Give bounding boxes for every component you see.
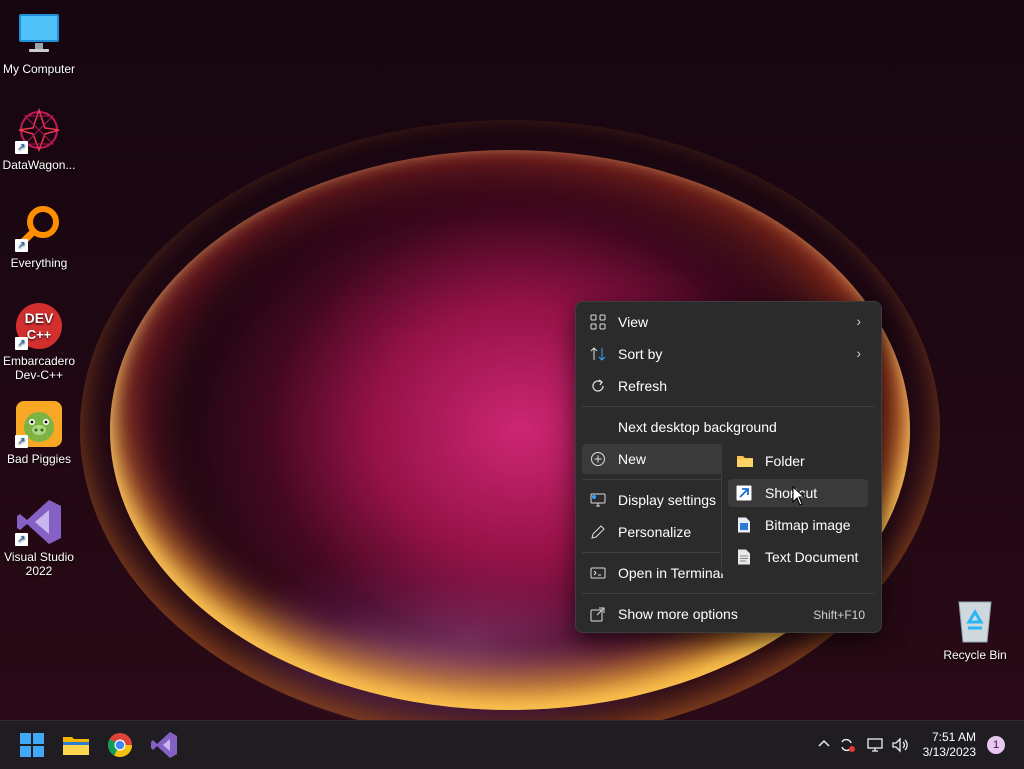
menu-item-refresh[interactable]: Refresh (582, 371, 875, 401)
desktop-icon-my-computer[interactable]: My Computer (0, 10, 78, 76)
tray-sync[interactable] (838, 737, 856, 756)
submenu-item-folder[interactable]: Folder (728, 447, 868, 475)
plus-circle-icon (590, 451, 606, 467)
desktop-icon-devcpp[interactable]: DEV C++ ↗ Embarcadero Dev-C++ (0, 302, 78, 382)
clock-time: 7:51 AM (931, 730, 976, 744)
menu-item-label: Personalize (618, 524, 692, 540)
bad-piggies-icon: ↗ (15, 400, 63, 448)
pen-icon (590, 524, 606, 540)
submenu-item-label: Bitmap image (765, 517, 851, 533)
submenu-item-text-document[interactable]: Text Document (728, 543, 868, 571)
refresh-icon (590, 378, 606, 394)
menu-item-label: New (618, 451, 647, 467)
shortcut-arrow-icon: ↗ (15, 337, 28, 350)
desktop-icon-recycle-bin[interactable]: Recycle Bin (936, 596, 1014, 662)
clock-date: 3/13/2023 (922, 745, 976, 759)
menu-item-view[interactable]: View › (582, 307, 875, 337)
menu-separator (582, 593, 875, 594)
submenu-item-bitmap[interactable]: Bitmap image (728, 511, 868, 539)
menu-item-label: Sort by (618, 346, 663, 362)
desktop-icon-label: Bad Piggies (6, 452, 72, 466)
menu-item-label: Open in Terminal (618, 565, 724, 581)
menu-separator (582, 406, 875, 407)
desktop-icon-label: Recycle Bin (943, 648, 1007, 662)
shortcut-arrow-icon: ↗ (15, 435, 28, 448)
shortcut-arrow-icon: ↗ (15, 533, 28, 546)
volume-icon (892, 737, 908, 753)
tray-network[interactable] (866, 737, 884, 756)
desktop-icon-label: Visual Studio 2022 (4, 550, 74, 578)
display-icon (590, 492, 606, 508)
devcpp-text-dev: DEV (25, 310, 54, 326)
bitmap-icon (736, 517, 752, 533)
desktop-icon-label: Everything (10, 256, 68, 270)
new-submenu: Folder Shortcut Bitmap image Text Docume… (721, 441, 877, 575)
desktop-icon-visual-studio[interactable]: ↗ Visual Studio 2022 (0, 498, 78, 578)
magnifier-icon: ↗ (15, 204, 63, 252)
desktop-icon-label: DataWagon... (2, 158, 76, 172)
menu-item-show-more-options[interactable]: Show more options Shift+F10 (582, 599, 875, 629)
monitor-icon (15, 10, 63, 58)
text-document-icon (736, 549, 752, 565)
devcpp-text-cpp: C++ (27, 327, 52, 342)
menu-item-label: View (618, 314, 649, 330)
desktop-icon-label: Embarcadero Dev-C++ (2, 354, 76, 382)
datawagon-icon: ↗ (15, 106, 63, 154)
submenu-item-label: Folder (765, 453, 805, 469)
desktop-icon-everything[interactable]: ↗ Everything (0, 204, 78, 270)
start-icon (20, 733, 44, 757)
devcpp-icon: DEV C++ ↗ (15, 302, 63, 350)
folder-icon (736, 453, 753, 469)
recycle-bin-icon (951, 596, 999, 644)
desktop-icon-label: My Computer (2, 62, 76, 76)
taskbar: 7:51 AM 3/13/2023 1 (0, 720, 1024, 769)
chevron-up-icon (818, 739, 830, 747)
start-button[interactable] (16, 729, 48, 761)
sort-arrows-icon (590, 346, 606, 362)
shortcut-arrow-icon: ↗ (15, 141, 28, 154)
file-explorer-icon (63, 737, 89, 755)
submenu-item-label: Text Document (765, 549, 859, 565)
sync-icon (841, 738, 855, 752)
chevron-right-icon: › (856, 313, 861, 329)
tray-volume[interactable] (891, 737, 909, 756)
menu-item-label: Display settings (618, 492, 717, 508)
shortcut-icon (736, 485, 752, 501)
taskbar-visual-studio[interactable] (148, 729, 180, 761)
share-icon (590, 606, 606, 622)
notification-badge[interactable]: 1 (987, 736, 1005, 754)
chrome-icon (107, 733, 132, 758)
taskbar-clock[interactable]: 7:51 AM 3/13/2023 (923, 730, 976, 760)
shortcut-key-label: Shift+F10 (813, 608, 865, 622)
taskbar-chrome[interactable] (104, 729, 136, 761)
grid-icon (590, 314, 606, 330)
menu-item-label: Next desktop background (618, 419, 777, 435)
network-icon (867, 738, 883, 752)
menu-item-sort-by[interactable]: Sort by › (582, 339, 875, 369)
menu-item-label: Show more options (618, 606, 738, 622)
visual-studio-icon (151, 732, 177, 758)
menu-item-new[interactable]: New (582, 444, 722, 474)
terminal-icon (590, 565, 606, 581)
taskbar-file-explorer[interactable] (60, 729, 92, 761)
menu-item-next-background[interactable]: Next desktop background (582, 412, 875, 442)
desktop-icon-datawagon[interactable]: ↗ DataWagon... (0, 106, 78, 172)
shortcut-arrow-icon: ↗ (15, 239, 28, 252)
menu-item-label: Refresh (618, 378, 668, 394)
chevron-right-icon: › (856, 345, 861, 361)
desktop-icon-bad-piggies[interactable]: ↗ Bad Piggies (0, 400, 78, 466)
visual-studio-icon: ↗ (15, 498, 63, 546)
show-hidden-icons-button[interactable] (817, 737, 831, 754)
